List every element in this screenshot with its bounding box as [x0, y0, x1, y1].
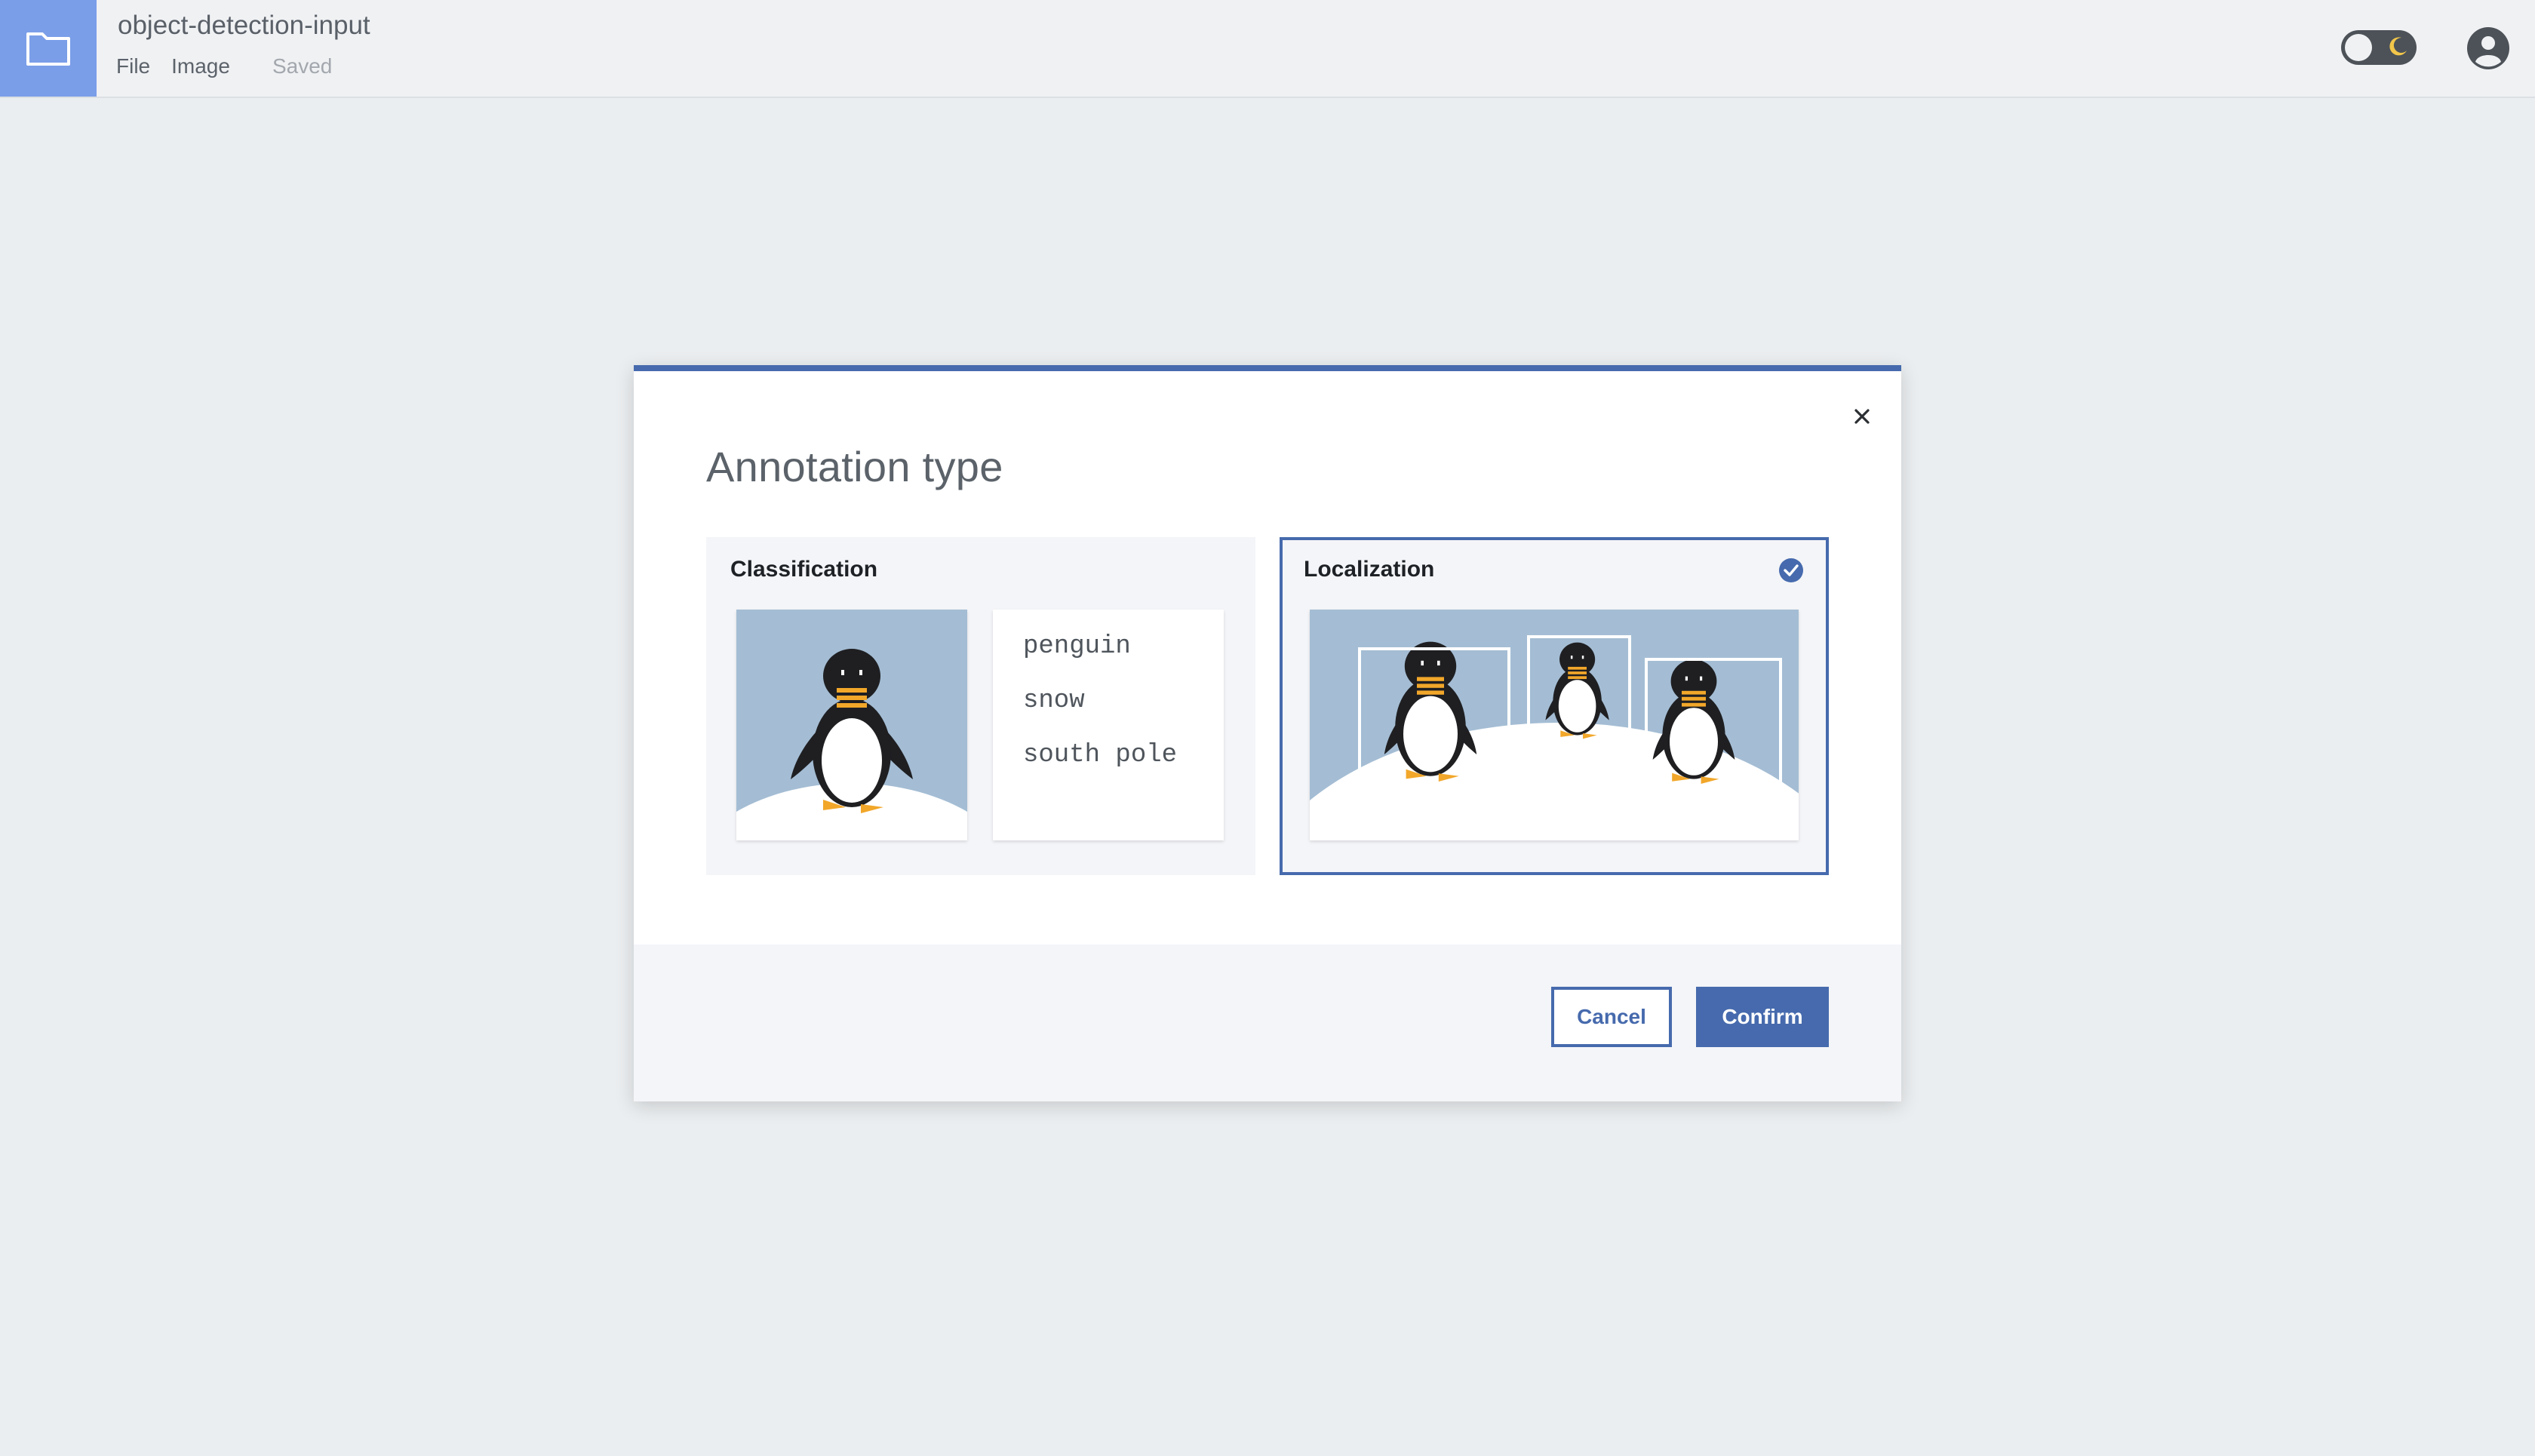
class-tag: snow [1023, 687, 1085, 715]
cancel-button[interactable]: Cancel [1551, 987, 1672, 1047]
penguin-illustration [736, 649, 967, 840]
close-icon[interactable] [1850, 404, 1874, 429]
option-classification[interactable]: Classification penguin snow south pole [706, 537, 1255, 875]
checkmark-icon [1779, 558, 1803, 582]
toggle-knob [2345, 34, 2372, 61]
class-tag: penguin [1023, 632, 1131, 661]
class-tag: south pole [1023, 741, 1178, 769]
moon-icon [2389, 37, 2407, 56]
user-avatar-icon[interactable] [2466, 26, 2511, 71]
confirm-button[interactable]: Confirm [1696, 987, 1829, 1047]
menu-item-file[interactable]: File [116, 54, 150, 78]
localization-illustration [1310, 610, 1799, 840]
option-label: Classification [730, 557, 878, 582]
class-labels-card: penguin snow south pole [993, 610, 1224, 840]
option-label: Localization [1304, 557, 1435, 582]
document-title[interactable]: object-detection-input [118, 11, 370, 41]
save-status: Saved [272, 54, 333, 78]
classification-illustration [736, 610, 967, 840]
folder-button[interactable] [0, 0, 97, 97]
option-localization[interactable]: Localization [1280, 537, 1829, 875]
menu-item-image[interactable]: Image [171, 54, 230, 78]
theme-toggle[interactable] [2341, 30, 2417, 65]
dialog-title: Annotation type [706, 443, 1003, 490]
penguins-with-boxes [1310, 635, 1799, 840]
top-bar: object-detection-input File Image Saved [0, 0, 2535, 98]
dialog-footer: Cancel Confirm [634, 945, 1901, 1101]
annotation-type-dialog: Annotation type Classification penguin s… [634, 365, 1901, 1101]
folder-icon [26, 32, 70, 66]
menu-bar: File Image Saved [116, 54, 332, 78]
